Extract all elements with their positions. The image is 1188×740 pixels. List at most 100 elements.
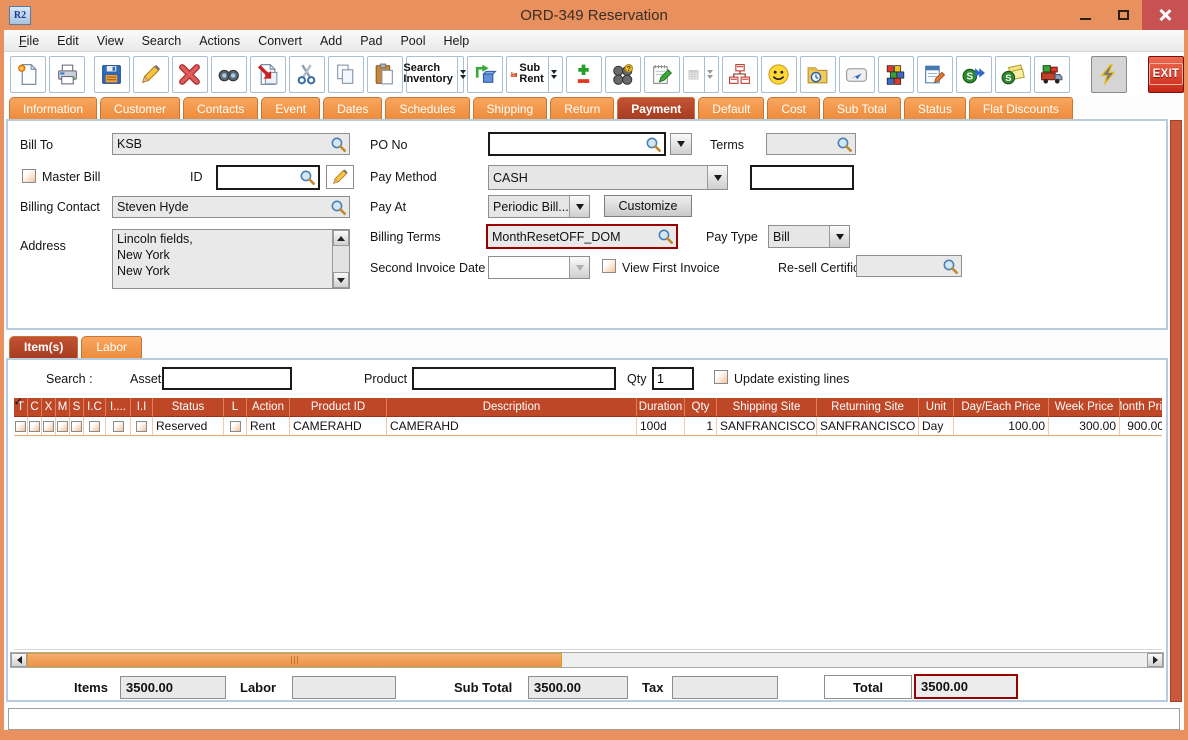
resell-certificate-field[interactable] xyxy=(856,255,962,277)
export-button[interactable] xyxy=(249,55,286,93)
menu-file[interactable]: File xyxy=(10,32,48,50)
col-header[interactable]: I.C xyxy=(84,398,106,417)
tab-shipping[interactable]: Shipping xyxy=(472,97,548,119)
folder-history-button[interactable] xyxy=(799,55,836,93)
address-box[interactable]: Lincoln fields, New York New York xyxy=(112,229,350,289)
col-header[interactable]: S xyxy=(70,398,84,417)
tab-schedules[interactable]: Schedules xyxy=(385,97,470,119)
search-icon[interactable] xyxy=(836,136,853,153)
row-x-checkbox[interactable] xyxy=(43,420,54,432)
notes-button[interactable] xyxy=(643,55,680,93)
new-document-button[interactable] xyxy=(10,55,46,93)
send-button[interactable] xyxy=(838,55,875,93)
col-header[interactable]: X xyxy=(42,398,56,417)
billing-terms-field[interactable]: MonthResetOFF_DOM xyxy=(486,224,678,249)
edit-notes-button[interactable] xyxy=(916,55,953,93)
money-forward-button[interactable]: S xyxy=(955,55,992,93)
menu-search[interactable]: Search xyxy=(133,32,191,50)
smiley-button[interactable] xyxy=(760,55,797,93)
col-header[interactable]: Day/Each Price xyxy=(954,398,1049,417)
find-button[interactable] xyxy=(210,55,247,93)
org-chart-button[interactable] xyxy=(721,55,758,93)
col-header[interactable]: Unit xyxy=(919,398,954,417)
minimize-button[interactable] xyxy=(1066,0,1104,30)
copy-button[interactable] xyxy=(327,55,364,93)
calendar-dropdown[interactable] xyxy=(703,56,715,92)
col-header[interactable]: Duration xyxy=(637,398,685,417)
search-icon[interactable] xyxy=(645,136,662,153)
col-header[interactable]: I.I xyxy=(131,398,153,417)
scroll-up-icon[interactable] xyxy=(333,230,349,246)
col-header[interactable]: Shipping Site xyxy=(717,398,817,417)
customize-button[interactable]: Customize xyxy=(604,195,692,217)
form-vertical-scrollbar[interactable] xyxy=(1170,120,1182,702)
tab-dates[interactable]: Dates xyxy=(323,97,383,119)
id-field[interactable] xyxy=(216,165,320,190)
tab-information[interactable]: Information xyxy=(9,97,98,119)
row-c-checkbox[interactable] xyxy=(29,420,40,432)
scroll-right-icon[interactable] xyxy=(1147,653,1163,667)
col-header[interactable]: I.... xyxy=(106,398,131,417)
row-i-checkbox[interactable] xyxy=(112,420,124,432)
dropdown-arrow-icon[interactable] xyxy=(829,226,849,247)
row-ic-checkbox[interactable] xyxy=(89,420,100,432)
col-header[interactable]: M xyxy=(56,398,70,417)
tab-flat-discounts[interactable]: Flat Discounts xyxy=(968,97,1073,119)
pay-type-combo[interactable]: Bill xyxy=(768,225,850,248)
col-header[interactable]: Status xyxy=(153,398,224,417)
qty-input[interactable] xyxy=(652,367,694,390)
dropdown-arrow-icon[interactable] xyxy=(707,166,727,189)
master-bill-checkbox[interactable] xyxy=(22,169,36,183)
tab-customer[interactable]: Customer xyxy=(100,97,181,119)
search-icon[interactable] xyxy=(330,199,347,216)
po-no-dropdown-button[interactable] xyxy=(670,133,692,155)
address-scrollbar[interactable] xyxy=(332,230,349,288)
po-no-field[interactable] xyxy=(488,132,666,156)
scrollbar-thumb[interactable] xyxy=(27,653,562,667)
exit-button[interactable]: EXIT xyxy=(1148,55,1184,93)
pay-at-combo[interactable]: Periodic Bill... xyxy=(488,195,590,218)
row-m-checkbox[interactable] xyxy=(57,420,68,432)
menu-edit[interactable]: Edit xyxy=(48,32,88,50)
row-l-checkbox[interactable] xyxy=(229,420,241,432)
delivery-truck-button[interactable] xyxy=(1033,55,1070,93)
second-invoice-date-combo[interactable] xyxy=(488,256,590,279)
billing-contact-field[interactable]: Steven Hyde xyxy=(112,196,350,218)
maximize-button[interactable] xyxy=(1104,0,1142,30)
close-button[interactable] xyxy=(1142,0,1188,30)
col-header[interactable]: L xyxy=(224,398,247,417)
search-inventory-button[interactable]: Search Inventory xyxy=(403,55,466,93)
col-header[interactable]: C xyxy=(28,398,42,417)
menu-view[interactable]: View xyxy=(88,32,133,50)
blocks-button[interactable] xyxy=(877,55,914,93)
save-button[interactable] xyxy=(93,55,130,93)
asset-input[interactable] xyxy=(162,367,292,390)
convert-button[interactable] xyxy=(466,55,503,93)
col-header[interactable]: Month Price xyxy=(1120,398,1162,417)
row-ii-checkbox[interactable] xyxy=(136,420,147,432)
add-remove-line-button[interactable] xyxy=(565,55,602,93)
tab-items[interactable]: Item(s) xyxy=(9,336,79,358)
col-header[interactable]: Returning Site xyxy=(817,398,919,417)
row-t-checkbox[interactable] xyxy=(15,420,26,432)
tab-sub-total[interactable]: Sub Total xyxy=(823,97,901,119)
col-header[interactable]: Qty xyxy=(685,398,717,417)
quick-action-button[interactable] xyxy=(1090,55,1127,93)
availability-query-button[interactable]: ? xyxy=(604,55,641,93)
search-icon[interactable] xyxy=(942,258,959,275)
menu-actions[interactable]: Actions xyxy=(190,32,249,50)
tab-labor[interactable]: Labor xyxy=(81,336,143,358)
col-header[interactable]: Action xyxy=(247,398,290,417)
pay-method-extra-field[interactable] xyxy=(750,165,854,190)
product-input[interactable] xyxy=(412,367,616,390)
print-button[interactable] xyxy=(49,55,85,93)
delete-button[interactable] xyxy=(171,55,208,93)
scroll-left-icon[interactable] xyxy=(11,653,27,667)
sub-rent-button[interactable]: Sub Rent xyxy=(505,55,563,93)
menu-add[interactable]: Add xyxy=(311,32,351,50)
search-icon[interactable] xyxy=(299,169,316,186)
update-existing-lines-checkbox[interactable] xyxy=(714,370,728,384)
search-icon[interactable] xyxy=(657,228,674,245)
menu-pool[interactable]: Pool xyxy=(391,32,434,50)
tab-status[interactable]: Status xyxy=(903,97,966,119)
